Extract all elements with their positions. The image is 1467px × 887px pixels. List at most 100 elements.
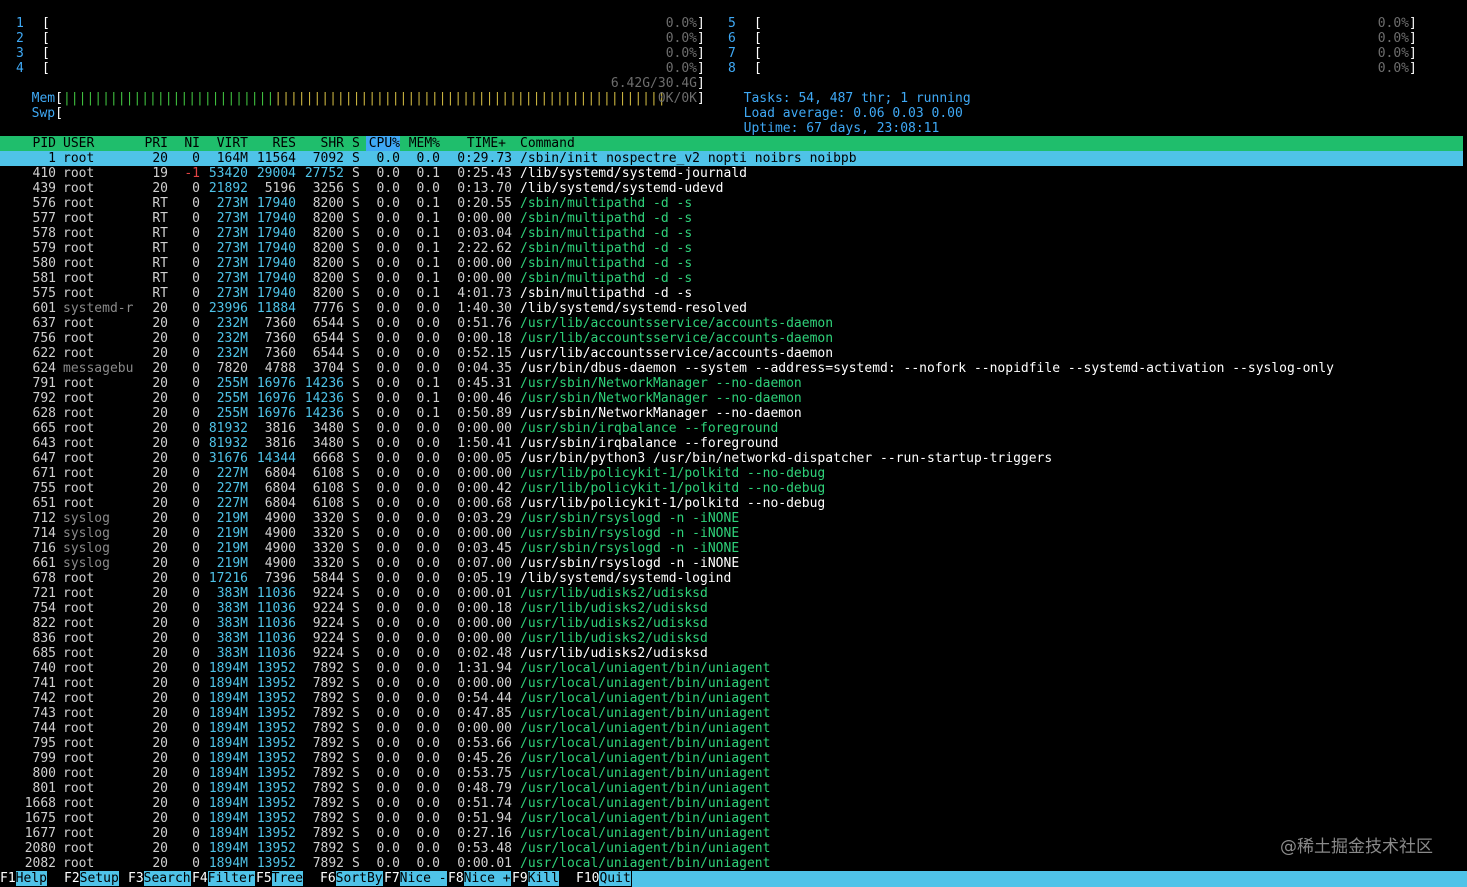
process-row[interactable]: 678 root 20 0 17216 7396 5844 S 0.0 0.0 0:05.19/li… xyxy=(0,571,1463,586)
process-row[interactable]: 791 root 20 0 255M 16976 14236 S 0.0 0.1 0:45.31/u… xyxy=(0,376,1463,391)
process-row[interactable]: 647 root 20 0 31676 14344 6668 S 0.0 0.0 0:00.05/u… xyxy=(0,451,1463,466)
process-row[interactable]: 742 root 20 0 1894M 13952 7892 S 0.0 0.0 0:54.44/u… xyxy=(0,691,1463,706)
process-row[interactable]: 792 root 20 0 255M 16976 14236 S 0.0 0.1 0:00.46/u… xyxy=(0,391,1463,406)
process-res: 6804 xyxy=(264,496,296,511)
process-shr: 3256 xyxy=(312,181,344,196)
col-time[interactable]: TIME+ xyxy=(450,136,506,151)
fkey-search[interactable]: F3Search xyxy=(128,871,191,887)
process-row[interactable]: 575 root RT 0 273M 17940 8200 S 0.0 0.1 4:01.73/sb… xyxy=(0,286,1463,301)
process-row[interactable]: 665 root 20 0 81932 3816 3480 S 0.0 0.0 0:00.00/us… xyxy=(0,421,1463,436)
fkey-setup[interactable]: F2Setup xyxy=(64,871,119,887)
col-ni[interactable]: NI xyxy=(176,136,200,151)
process-res: 13952 xyxy=(256,676,296,691)
process-virt: 1894M xyxy=(208,661,248,676)
process-row[interactable]: 714 syslog 20 0 219M 4900 3320 S 0.0 0.0 0:00.00/u… xyxy=(0,526,1463,541)
process-shr: 7892 xyxy=(312,736,344,751)
process-row[interactable]: 740 root 20 0 1894M 13952 7892 S 0.0 0.0 1:31.94/u… xyxy=(0,661,1463,676)
process-virt: 227M xyxy=(216,481,248,496)
process-row[interactable]: 836 root 20 0 383M 11036 9224 S 0.0 0.0 0:00.00/us… xyxy=(0,631,1463,646)
process-user: systemd-r xyxy=(63,301,134,316)
process-user: root xyxy=(63,211,95,226)
fkey-key: F4 xyxy=(192,871,208,886)
process-row[interactable]: 822 root 20 0 383M 11036 9224 S 0.0 0.0 0:00.00/us… xyxy=(0,616,1463,631)
process-cpu: 0.0 xyxy=(376,481,400,496)
process-row[interactable]: 801 root 20 0 1894M 13952 7892 S 0.0 0.0 0:48.79/u… xyxy=(0,781,1463,796)
process-row[interactable]: 624 messagebu 20 0 7820 4788 3704 S 0.0 0.0 0:04.3… xyxy=(0,361,1463,376)
col-res[interactable]: RES xyxy=(252,136,296,151)
col-cpu[interactable]: CPU% xyxy=(366,136,400,151)
process-cpu: 0.0 xyxy=(376,181,400,196)
col-pid[interactable]: PID xyxy=(0,136,56,151)
process-row[interactable]: 661 syslog 20 0 219M 4900 3320 S 0.0 0.0 0:07.00/u… xyxy=(0,556,1463,571)
process-virt: 219M xyxy=(216,556,248,571)
fkey-sortby[interactable]: F6SortBy xyxy=(320,871,383,887)
process-row[interactable]: 685 root 20 0 383M 11036 9224 S 0.0 0.0 0:02.48/us… xyxy=(0,646,1463,661)
process-row[interactable]: 579 root RT 0 273M 17940 8200 S 0.0 0.1 2:22.62/sb… xyxy=(0,241,1463,256)
col-pri[interactable]: PRI xyxy=(139,136,168,151)
process-user: root xyxy=(63,286,95,301)
process-mem: 0.0 xyxy=(416,466,440,481)
process-row[interactable]: 2082 root 20 0 1894M 13952 7892 S 0.0 0.0 0:00.01 /… xyxy=(0,856,1463,871)
process-row[interactable]: 581 root RT 0 273M 17940 8200 S 0.0 0.1 0:00.00/sb… xyxy=(0,271,1463,286)
process-row[interactable]: 743 root 20 0 1894M 13952 7892 S 0.0 0.0 0:47.85/u… xyxy=(0,706,1463,721)
process-pri: RT xyxy=(152,256,168,271)
process-pri: 20 xyxy=(152,316,168,331)
process-row[interactable]: 622 root 20 0 232M 7360 6544 S 0.0 0.0 0:52.15/usr… xyxy=(0,346,1463,361)
process-state: S xyxy=(352,211,360,226)
process-row[interactable]: 1675 root 20 0 1894M 13952 7892 S 0.0 0.0 0:51.94 /… xyxy=(0,811,1463,826)
fkey-tree[interactable]: F5Tree xyxy=(256,871,303,887)
process-row[interactable]: 800 root 20 0 1894M 13952 7892 S 0.0 0.0 0:53.75/u… xyxy=(0,766,1463,781)
fkey-kill[interactable]: F9Kill xyxy=(512,871,559,887)
col-virt[interactable]: VIRT xyxy=(204,136,248,151)
process-virt: 1894M xyxy=(208,691,248,706)
process-row[interactable]: 637 root 20 0 232M 7360 6544 S 0.0 0.0 0:51.76/usr… xyxy=(0,316,1463,331)
fkey-nice[interactable]: F7Nice - xyxy=(384,871,447,887)
col-command[interactable]: Command xyxy=(520,136,575,151)
process-row[interactable]: 578 root RT 0 273M 17940 8200 S 0.0 0.1 0:03.04/sb… xyxy=(0,226,1463,241)
process-row[interactable]: 744 root 20 0 1894M 13952 7892 S 0.0 0.0 0:00.00/u… xyxy=(0,721,1463,736)
fkey-filter[interactable]: F4Filter xyxy=(192,871,255,887)
process-row[interactable]: 576 root RT 0 273M 17940 8200 S 0.0 0.1 0:20.55/sb… xyxy=(0,196,1463,211)
process-row[interactable]: 716 syslog 20 0 219M 4900 3320 S 0.0 0.0 0:03.45/u… xyxy=(0,541,1463,556)
process-row[interactable]: 628 root 20 0 255M 16976 14236 S 0.0 0.1 0:50.89/u… xyxy=(0,406,1463,421)
process-row[interactable]: 671 root 20 0 227M 6804 6108 S 0.0 0.0 0:00.00/usr… xyxy=(0,466,1463,481)
col-user[interactable]: USER xyxy=(63,136,94,151)
process-row[interactable]: 755 root 20 0 227M 6804 6108 S 0.0 0.0 0:00.42/usr… xyxy=(0,481,1463,496)
process-row[interactable]: 721 root 20 0 383M 11036 9224 S 0.0 0.0 0:00.01/us… xyxy=(0,586,1463,601)
process-row[interactable]: 799 root 20 0 1894M 13952 7892 S 0.0 0.0 0:45.26/u… xyxy=(0,751,1463,766)
process-row[interactable]: 1668 root 20 0 1894M 13952 7892 S 0.0 0.0 0:51.74 /… xyxy=(0,796,1463,811)
process-state: S xyxy=(352,511,360,526)
col-s[interactable]: S xyxy=(352,136,360,151)
process-row[interactable]: 712 syslog 20 0 219M 4900 3320 S 0.0 0.0 0:03.29/u… xyxy=(0,511,1463,526)
process-virt: 273M xyxy=(216,271,248,286)
process-row[interactable]: 410 root 19 -1 53420 29004 27752 S 0.0 0.1 0:25.43… xyxy=(0,166,1463,181)
cpu-meter-close-bracket: ] xyxy=(1409,46,1417,61)
col-shr[interactable]: SHR xyxy=(300,136,344,151)
process-row[interactable]: 601 systemd-r 20 0 23996 11884 7776 S 0.0 0.0 1:40… xyxy=(0,301,1463,316)
process-row[interactable]: 439 root 20 0 21892 5196 3256 S 0.0 0.0 0:13.70/li… xyxy=(0,181,1463,196)
process-time: 0:00.00 xyxy=(457,721,512,736)
process-state: S xyxy=(352,706,360,721)
fkey-help[interactable]: F1Help xyxy=(0,871,47,887)
col-mem[interactable]: MEM% xyxy=(406,136,440,151)
process-row[interactable]: 643 root 20 0 81932 3816 3480 S 0.0 0.0 1:50.41/us… xyxy=(0,436,1463,451)
process-row[interactable]: 577 root RT 0 273M 17940 8200 S 0.0 0.1 0:00.00/sb… xyxy=(0,211,1463,226)
process-user: root xyxy=(63,346,95,361)
process-row[interactable]: 580 root RT 0 273M 17940 8200 S 0.0 0.1 0:00.00/sb… xyxy=(0,256,1463,271)
process-row[interactable]: 795 root 20 0 1894M 13952 7892 S 0.0 0.0 0:53.66/u… xyxy=(0,736,1463,751)
process-row[interactable]: 741 root 20 0 1894M 13952 7892 S 0.0 0.0 0:00.00/u… xyxy=(0,676,1463,691)
process-mem: 0.0 xyxy=(416,751,440,766)
process-pri: 20 xyxy=(152,781,168,796)
fkey-quit[interactable]: F10Quit xyxy=(576,871,631,887)
process-row[interactable]: 1677 root 20 0 1894M 13952 7892 S 0.0 0.0 0:27.16 /… xyxy=(0,826,1463,841)
process-virt: 7820 xyxy=(216,361,248,376)
process-row[interactable]: 651 root 20 0 227M 6804 6108 S 0.0 0.0 0:00.68/usr… xyxy=(0,496,1463,511)
process-pid: 2082 xyxy=(24,856,56,871)
process-row[interactable]: 2080 root 20 0 1894M 13952 7892 S 0.0 0.0 0:53.48 /… xyxy=(0,841,1463,856)
process-row[interactable]: 754 root 20 0 383M 11036 9224 S 0.0 0.0 0:00.18/us… xyxy=(0,601,1463,616)
fkey-nice[interactable]: F8Nice + xyxy=(448,871,511,887)
process-command: /usr/local/uniagent/bin/uniagent xyxy=(520,676,771,691)
process-row[interactable]: 1 root 20 0 164M 11564 7092 S 0.0 0.0 0:29.73/sbin… xyxy=(0,151,1463,166)
cpu-meter-2: 2[0.0%] xyxy=(16,31,713,46)
process-row[interactable]: 756 root 20 0 232M 7360 6544 S 0.0 0.0 0:00.18/usr… xyxy=(0,331,1463,346)
